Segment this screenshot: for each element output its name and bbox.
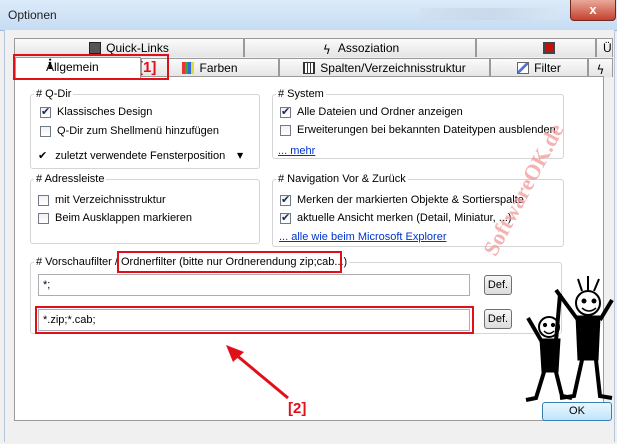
tab-label: Allgemein <box>46 60 99 74</box>
tab-allgemein[interactable]: Allgemein <box>15 57 141 78</box>
annotation-arrow <box>226 345 289 400</box>
info-icon: i <box>48 57 53 73</box>
celebrating-people-icon <box>525 276 614 402</box>
